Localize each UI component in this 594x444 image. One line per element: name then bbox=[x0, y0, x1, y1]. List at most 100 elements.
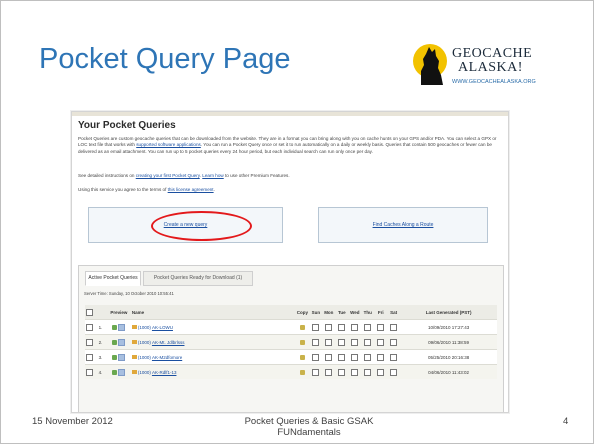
preview-cell bbox=[105, 364, 132, 379]
col-sat: Sat bbox=[387, 305, 401, 320]
select-all-checkbox[interactable] bbox=[86, 308, 94, 316]
day-sat-cell bbox=[387, 349, 401, 365]
table-row[interactable]: 3. (1000) AK-M2dfomore 05/25/2010 20:16:38 bbox=[85, 349, 497, 365]
map-preview-icon[interactable] bbox=[112, 354, 118, 360]
server-time: Server Time: Sunday, 10 October 2010 10:… bbox=[84, 291, 174, 296]
site-header-strip bbox=[72, 112, 508, 116]
day-wed-cell bbox=[348, 334, 362, 350]
day-tue-cell bbox=[335, 349, 349, 365]
day-tue-checkbox[interactable] bbox=[338, 353, 346, 361]
list-preview-icon[interactable] bbox=[118, 323, 126, 331]
day-mon-checkbox[interactable] bbox=[325, 338, 333, 346]
supported-software-link[interactable]: supported software applications bbox=[136, 142, 201, 147]
row-select-cell bbox=[85, 364, 95, 379]
preview-cell bbox=[105, 349, 132, 365]
instr-text-c: to use other Premium Features. bbox=[223, 173, 290, 178]
route-box: Find Caches Along a Route bbox=[318, 207, 488, 243]
list-preview-icon[interactable] bbox=[118, 353, 126, 361]
day-wed-checkbox[interactable] bbox=[351, 353, 359, 361]
license-text-b: . bbox=[213, 187, 215, 192]
day-fri-checkbox[interactable] bbox=[377, 353, 385, 361]
table-row[interactable]: 4. (1000) AK-Rdlf1-13 04/06/2010 11:43:02 bbox=[85, 364, 497, 379]
day-mon-cell bbox=[322, 334, 336, 350]
map-preview-icon[interactable] bbox=[112, 339, 118, 345]
day-fri-checkbox[interactable] bbox=[377, 338, 385, 346]
query-name-cell: (1000) AK-LOWU bbox=[131, 319, 296, 335]
row-checkbox[interactable] bbox=[86, 323, 94, 331]
day-mon-checkbox[interactable] bbox=[325, 353, 333, 361]
row-checkbox[interactable] bbox=[86, 368, 94, 376]
query-name-link[interactable]: AK-LOWU bbox=[152, 325, 173, 330]
last-generated-cell: 10/09/2010 17:27:43 bbox=[400, 319, 497, 335]
day-wed-checkbox[interactable] bbox=[351, 338, 359, 346]
logo-name-line2: ALASKA! bbox=[458, 60, 523, 75]
day-wed-checkbox[interactable] bbox=[351, 323, 359, 331]
day-mon-checkbox[interactable] bbox=[325, 323, 333, 331]
table-row[interactable]: 1. (1000) AK-LOWU 10/09/2010 17:27:43 bbox=[85, 319, 497, 335]
find-caches-route-link[interactable]: Find Caches Along a Route bbox=[319, 222, 487, 228]
day-mon-cell bbox=[322, 349, 336, 365]
num-header bbox=[94, 305, 106, 320]
day-sat-checkbox[interactable] bbox=[390, 323, 398, 331]
copy-icon[interactable] bbox=[299, 369, 305, 375]
col-mon: Mon bbox=[322, 305, 336, 320]
table-row[interactable]: 2. (1000) AK-Mt. Jdlbrlsss 09/06/2010 11:3… bbox=[85, 334, 497, 350]
day-sun-checkbox[interactable] bbox=[312, 368, 320, 376]
day-sat-checkbox[interactable] bbox=[390, 338, 398, 346]
day-thu-cell bbox=[361, 319, 375, 335]
day-mon-checkbox[interactable] bbox=[325, 368, 333, 376]
footer-title: Pocket Queries & Basic GSAK FUNdamentals bbox=[211, 416, 407, 438]
copy-icon[interactable] bbox=[299, 324, 305, 330]
day-sun-checkbox[interactable] bbox=[312, 353, 320, 361]
list-preview-icon[interactable] bbox=[118, 368, 126, 376]
query-icon bbox=[131, 355, 137, 360]
copy-cell bbox=[295, 319, 310, 335]
query-name-link[interactable]: AK-Mt. Jdlbrlsss bbox=[152, 340, 185, 345]
day-tue-checkbox[interactable] bbox=[338, 338, 346, 346]
last-generated-cell: 04/06/2010 11:43:02 bbox=[400, 364, 497, 379]
row-checkbox[interactable] bbox=[86, 338, 94, 346]
instr-text-a: See detailed instructions on bbox=[78, 173, 136, 178]
day-thu-cell bbox=[361, 349, 375, 365]
query-name-link[interactable]: AK-Rdlf1-13 bbox=[152, 370, 177, 375]
day-fri-checkbox[interactable] bbox=[377, 323, 385, 331]
day-tue-cell bbox=[335, 364, 349, 379]
day-wed-cell bbox=[348, 319, 362, 335]
query-name-cell: (1000) AK-M2dfomore bbox=[131, 349, 296, 365]
day-sat-checkbox[interactable] bbox=[390, 353, 398, 361]
col-copy: Copy bbox=[295, 305, 310, 320]
logo-name: GEOCACHE ALASKA! bbox=[452, 47, 532, 75]
day-sun-checkbox[interactable] bbox=[312, 338, 320, 346]
tab-active-pocket-queries[interactable]: Active Pocket Queries bbox=[85, 271, 141, 286]
intro-paragraph: Pocket Queries are custom geocache queri… bbox=[78, 136, 502, 155]
day-sun-checkbox[interactable] bbox=[312, 323, 320, 331]
map-preview-icon[interactable] bbox=[112, 324, 118, 330]
col-thu: Thu bbox=[361, 305, 375, 320]
learn-how-link[interactable]: Learn how bbox=[202, 173, 223, 178]
query-count: (1000) bbox=[137, 339, 151, 345]
first-pocket-query-link[interactable]: creating your first Pocket Query bbox=[136, 173, 200, 178]
day-sun-cell bbox=[309, 349, 323, 365]
license-agreement-link[interactable]: this license agreement bbox=[168, 187, 214, 192]
map-preview-icon[interactable] bbox=[112, 369, 118, 375]
day-thu-checkbox[interactable] bbox=[364, 338, 372, 346]
day-sat-checkbox[interactable] bbox=[390, 368, 398, 376]
col-wed: Wed bbox=[348, 305, 362, 320]
list-preview-icon[interactable] bbox=[118, 338, 126, 346]
day-tue-checkbox[interactable] bbox=[338, 368, 346, 376]
row-checkbox[interactable] bbox=[86, 353, 94, 361]
last-generated-cell: 09/06/2010 11:38:59 bbox=[400, 334, 497, 350]
highlight-oval bbox=[151, 211, 252, 241]
day-tue-checkbox[interactable] bbox=[338, 323, 346, 331]
day-wed-checkbox[interactable] bbox=[351, 368, 359, 376]
tab-ready-for-download[interactable]: Pocket Queries Ready for Download (1) bbox=[143, 271, 253, 286]
query-name-link[interactable]: AK-M2dfomore bbox=[152, 355, 182, 360]
day-thu-checkbox[interactable] bbox=[364, 353, 372, 361]
day-thu-checkbox[interactable] bbox=[364, 323, 372, 331]
day-fri-checkbox[interactable] bbox=[377, 368, 385, 376]
day-fri-cell bbox=[374, 319, 388, 335]
day-thu-checkbox[interactable] bbox=[364, 368, 372, 376]
copy-icon[interactable] bbox=[299, 354, 305, 360]
copy-icon[interactable] bbox=[299, 339, 305, 345]
query-count: (1000) bbox=[137, 369, 151, 375]
